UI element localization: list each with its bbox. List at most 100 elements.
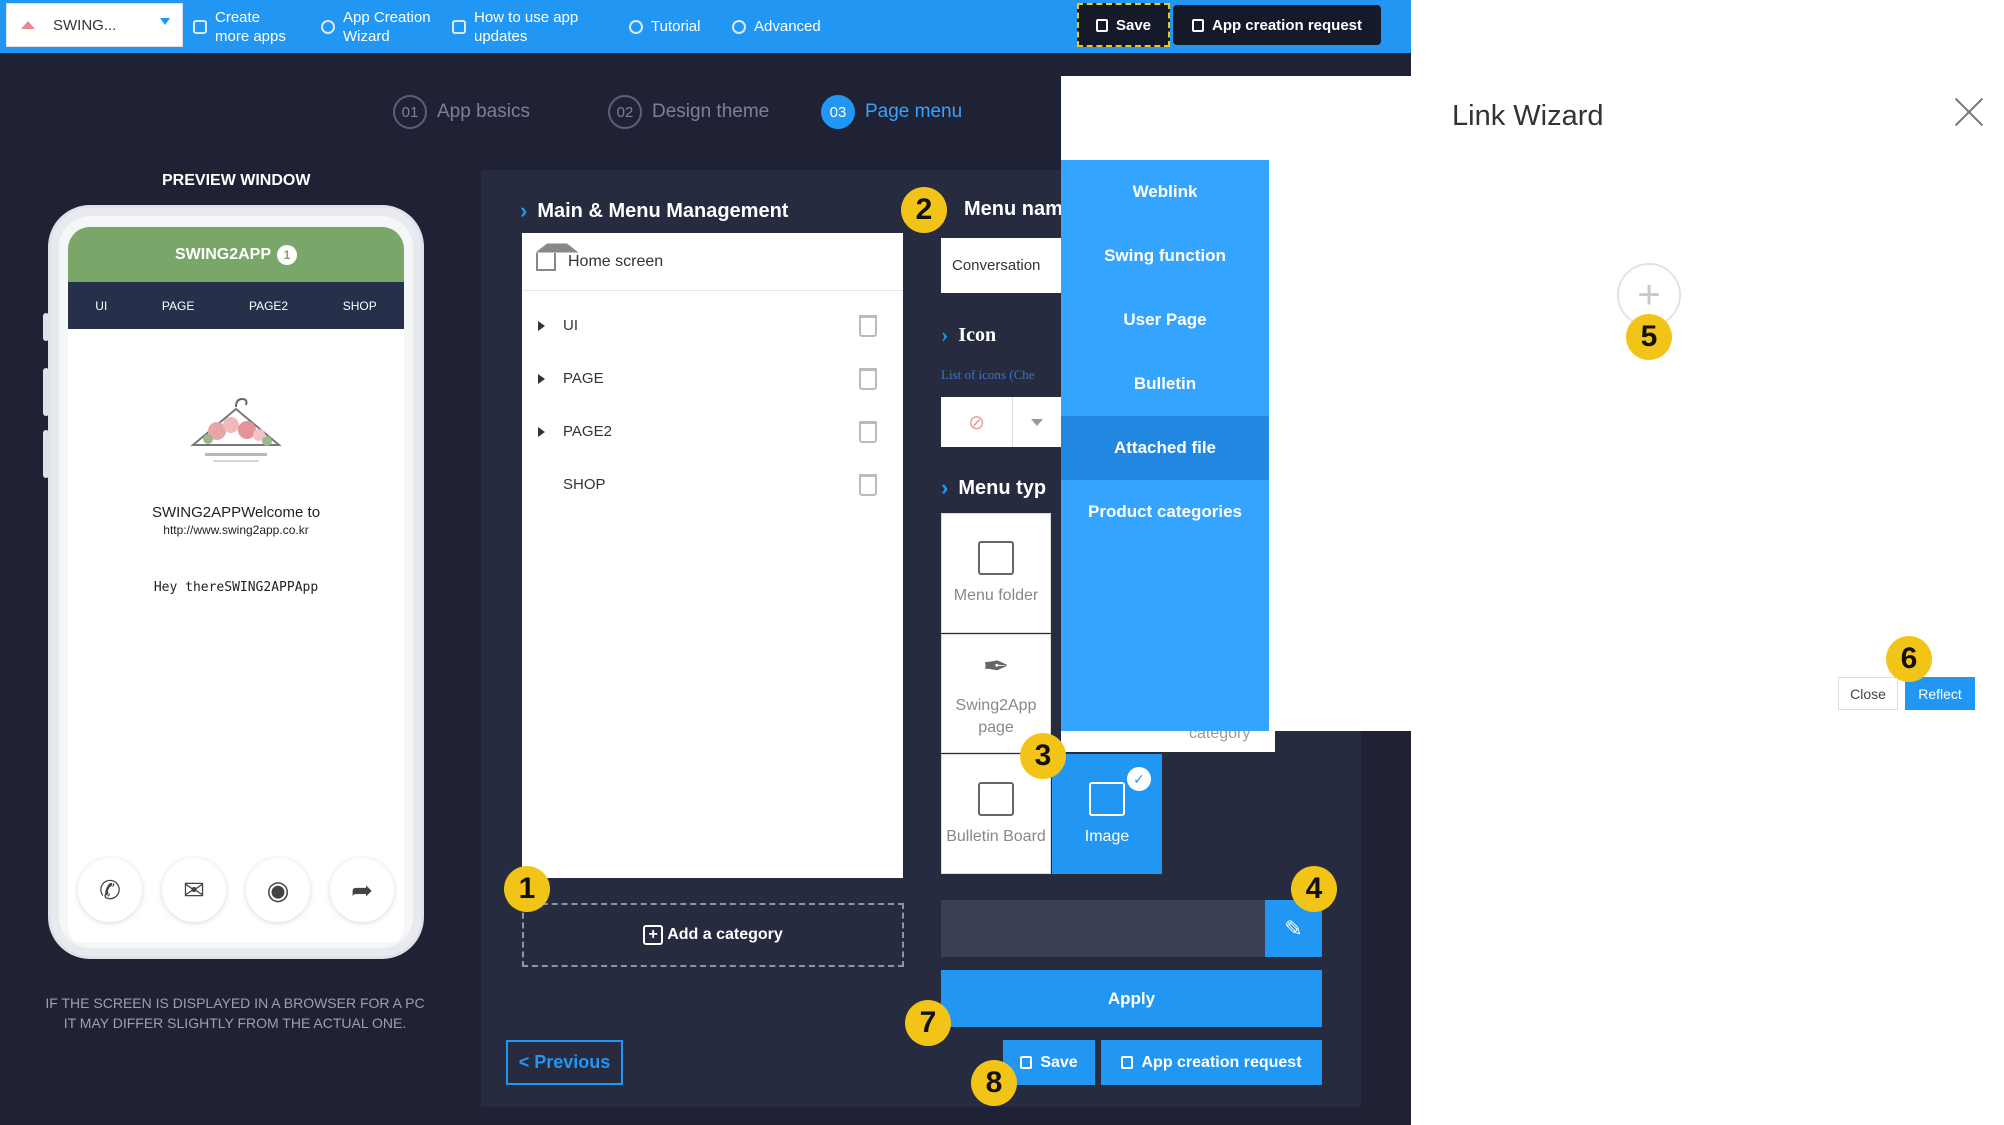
no-icon-icon: ⊘	[941, 397, 1013, 447]
trash-icon[interactable]	[859, 368, 877, 390]
menu-type-folder[interactable]: Menu folder	[941, 513, 1051, 633]
save-icon	[1095, 18, 1108, 32]
phone-nav-item[interactable]: SHOP	[343, 299, 377, 313]
link-wizard-title: Link Wizard	[1452, 100, 1604, 132]
app-selector-label: SWING...	[53, 16, 117, 34]
how-to-use-updates-link[interactable]: How to use app updates	[452, 0, 596, 53]
home-icon	[536, 252, 556, 271]
top-toolbar: SWING... Create more apps App Creation W…	[0, 0, 1411, 53]
folder-icon	[978, 541, 1014, 575]
step-label: App basics	[437, 101, 530, 122]
bulletin-icon	[978, 782, 1014, 816]
icon-picker[interactable]: ⊘	[941, 397, 1061, 447]
phone-call-icon[interactable]: ✆	[78, 858, 142, 922]
preview-window-title: PREVIEW WINDOW	[162, 172, 311, 189]
tile-label: Bulletin Board	[946, 828, 1046, 845]
phone-side-button	[43, 430, 49, 478]
menu-type-title: › Menu typ	[941, 475, 1046, 501]
section-title-text: Icon	[958, 323, 997, 346]
category-item-page[interactable]: PAGE	[522, 352, 903, 405]
home-screen-label: Home screen	[568, 252, 664, 270]
callout-badge: 7	[905, 1000, 951, 1046]
plus-icon: +	[643, 925, 664, 945]
phone-app-title: SWING2APP	[174, 245, 271, 263]
link-type-bulletin[interactable]: Bulletin	[1061, 352, 1269, 416]
callout-badge: 3	[1020, 733, 1066, 779]
app-creation-wizard-link[interactable]: App Creation Wizard	[321, 0, 447, 53]
tutorial-link[interactable]: Tutorial	[629, 0, 700, 53]
phone-app-header: SWING2APP 1	[68, 227, 404, 282]
apply-button[interactable]: Apply	[941, 970, 1322, 1027]
how-to-use-updates-label: How to use app updates	[474, 8, 579, 45]
category-label: UI	[563, 317, 578, 334]
category-item-ui[interactable]: UI	[522, 299, 903, 352]
step-design-theme[interactable]: 02 Design theme	[608, 95, 769, 129]
callout-badge: 1	[504, 866, 550, 912]
home-screen-item[interactable]: Home screen	[522, 233, 903, 291]
trash-icon[interactable]	[859, 421, 877, 443]
link-url-input[interactable]	[941, 900, 1265, 957]
step-page-menu[interactable]: 03 Page menu	[821, 95, 962, 129]
trash-icon[interactable]	[859, 315, 877, 337]
menu-tree: Home screen UI PAGE PAGE2 SHOP	[522, 233, 903, 878]
expand-arrow-icon[interactable]	[538, 426, 545, 437]
callout-badge: 8	[971, 1060, 1017, 1106]
no-arrow-spacer	[538, 480, 545, 490]
phone-greeting-text: Hey thereSWING2APPApp	[153, 580, 319, 595]
step-number: 02	[608, 95, 642, 129]
phone-nav-item[interactable]: PAGE	[162, 299, 194, 313]
link-type-weblink[interactable]: Weblink	[1061, 160, 1269, 224]
chevron-down-icon[interactable]	[1013, 397, 1061, 447]
bottom-app-creation-request-button[interactable]: App creation request	[1101, 1040, 1322, 1085]
top-app-creation-request-button[interactable]: App creation request	[1173, 5, 1381, 45]
app-logo-icon	[19, 19, 39, 31]
link-type-attached-file[interactable]: Attached file	[1061, 416, 1269, 480]
link-type-product-categories[interactable]: Product categories	[1061, 480, 1269, 544]
mail-icon[interactable]: ✉	[162, 858, 226, 922]
expand-arrow-icon[interactable]	[538, 320, 545, 331]
app-creation-wizard-label: App Creation Wizard	[343, 8, 431, 45]
add-category-label: Add a category	[667, 926, 783, 943]
tutorial-label: Tutorial	[651, 18, 701, 35]
menu-name-input[interactable]: Conversation	[941, 238, 1061, 293]
advanced-link[interactable]: Advanced	[732, 0, 821, 53]
phone-nav-bar: UI PAGE PAGE2 SHOP	[68, 282, 404, 329]
app-selector[interactable]: SWING...	[6, 3, 183, 47]
tile-label: Menu folder	[953, 587, 1039, 604]
link-type-menu: Weblink Swing function User Page Bulleti…	[1061, 160, 1269, 731]
link-type-swing-function[interactable]: Swing function	[1061, 224, 1269, 288]
add-category-button[interactable]: + Add a category	[522, 903, 904, 967]
phone-nav-item[interactable]: UI	[95, 299, 107, 313]
app-builder-window: SWING... Create more apps App Creation W…	[0, 0, 1411, 1125]
request-icon	[1191, 18, 1204, 32]
location-pin-icon[interactable]: ◉	[246, 858, 310, 922]
category-item-shop[interactable]: SHOP	[522, 458, 903, 511]
link-type-user-page[interactable]: User Page	[1061, 288, 1269, 352]
trash-icon[interactable]	[859, 474, 877, 496]
chevron-right-icon: ›	[941, 475, 949, 500]
image-icon	[1089, 782, 1125, 816]
callout-badge: 2	[901, 187, 947, 233]
step-app-basics[interactable]: 01 App basics	[393, 95, 530, 129]
update-icon	[452, 19, 466, 34]
previous-button[interactable]: < Previous	[506, 1040, 623, 1085]
top-save-button[interactable]: Save	[1077, 3, 1170, 47]
create-more-apps-link[interactable]: Create more apps	[193, 0, 295, 53]
menu-name-title: Menu nam	[964, 198, 1063, 220]
menu-type-image[interactable]: ✓ Image	[1052, 754, 1162, 874]
category-label: PAGE	[563, 370, 604, 387]
phone-nav-item[interactable]: PAGE2	[249, 299, 288, 313]
close-icon[interactable]	[1954, 97, 1984, 127]
category-item-page2[interactable]: PAGE2	[522, 405, 903, 458]
step-label: Design theme	[652, 101, 770, 122]
wizard-reflect-button[interactable]: Reflect	[1905, 677, 1975, 710]
bottom-save-button[interactable]: Save	[1003, 1040, 1095, 1085]
phone-side-button	[43, 368, 49, 416]
save-icon	[1020, 1056, 1033, 1069]
expand-arrow-icon[interactable]	[538, 373, 545, 384]
wizard-icon	[321, 19, 335, 34]
pencil-icon: ✎	[1284, 915, 1303, 941]
add-app-icon	[193, 19, 207, 34]
share-icon[interactable]: ➦	[330, 858, 394, 922]
wizard-close-button[interactable]: Close	[1838, 677, 1898, 710]
